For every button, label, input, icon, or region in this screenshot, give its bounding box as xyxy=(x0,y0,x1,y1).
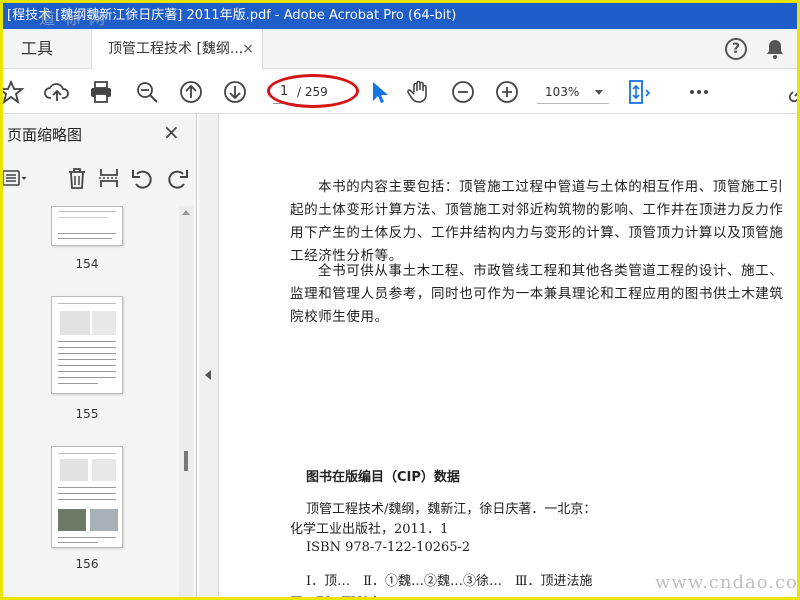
panel-splitter[interactable] xyxy=(199,114,219,597)
tab-bar: 工具 顶管工程技术 [魏纲... × ? xyxy=(3,29,797,69)
page-up-icon[interactable] xyxy=(177,78,205,106)
app-window: [程技术 [魏纲魏新江徐日庆著] 2011年版.pdf - Adobe Acro… xyxy=(0,0,800,600)
cip-line: Ⅰ．顶… Ⅱ．①魏…②魏…③徐… Ⅲ．顶进法施 xyxy=(306,574,593,589)
panel-close-icon[interactable]: × xyxy=(163,120,180,144)
title-bar: [程技术 [魏纲魏新江徐日庆著] 2011年版.pdf - Adobe Acro… xyxy=(3,3,797,29)
insert-page-icon[interactable] xyxy=(95,164,123,192)
panel-toolbar xyxy=(3,158,197,198)
trash-icon[interactable] xyxy=(63,164,91,192)
tab-tools[interactable]: 工具 xyxy=(3,29,93,69)
cloud-upload-icon[interactable] xyxy=(43,78,71,106)
collapse-panel-icon[interactable] xyxy=(205,370,211,380)
main-toolbar: 1 / 259 103% xyxy=(3,70,797,114)
chevron-down-icon xyxy=(595,90,603,95)
scroll-up-icon[interactable] xyxy=(182,210,190,215)
zoom-out-icon[interactable] xyxy=(449,78,477,106)
thumbnail-page-155[interactable] xyxy=(51,296,123,394)
zoom-in-icon[interactable] xyxy=(493,78,521,106)
options-menu-icon[interactable] xyxy=(3,164,27,192)
cip-line: ISBN 978-7-122-10265-2 xyxy=(306,540,471,555)
thumbnail-label: 155 xyxy=(75,407,99,421)
thumbnail-label: 154 xyxy=(75,257,99,271)
star-icon[interactable] xyxy=(3,78,25,106)
thumbnail-panel: 页面缩略图 × 154 155 156 xyxy=(3,114,197,597)
more-options-icon[interactable] xyxy=(685,78,713,106)
thumbnail-page-154[interactable] xyxy=(51,206,123,246)
thumbnail-page-156[interactable] xyxy=(51,446,123,548)
help-icon[interactable]: ? xyxy=(725,38,747,60)
zoom-out-search-icon[interactable] xyxy=(133,78,161,106)
panel-title: 页面缩略图 xyxy=(7,126,83,144)
rotate-right-icon[interactable] xyxy=(163,164,191,192)
thumbnail-list: 154 155 156 xyxy=(3,206,197,597)
select-cursor-icon[interactable] xyxy=(365,78,393,106)
watermark-bottom: www.cndao.com xyxy=(655,572,800,593)
cip-line: 化学工业出版社，2011．1 xyxy=(290,522,449,537)
doc-paragraph-2: 全书可供从事土木工程、市政管线工程和其他各类管道工程的设计、施工、监理和管理人员… xyxy=(290,263,784,325)
link-icon[interactable] xyxy=(785,78,797,106)
tab-close-icon[interactable]: × xyxy=(242,29,254,69)
tab-document-label: 顶管工程技术 [魏纲... xyxy=(108,41,244,57)
zoom-value: 103% xyxy=(545,85,580,99)
thumbnail-label: 156 xyxy=(75,557,99,571)
tab-document[interactable]: 顶管工程技术 [魏纲... × xyxy=(91,29,263,69)
page-layout-icon[interactable] xyxy=(625,78,653,106)
print-icon[interactable] xyxy=(87,78,115,106)
cip-title: 图书在版编目（CIP）数据 xyxy=(306,470,460,485)
rotate-left-icon[interactable] xyxy=(129,164,157,192)
red-highlight-ellipse xyxy=(267,74,359,108)
cip-line: 顶管工程技术/魏纲，魏新江，徐日庆著．一北京： xyxy=(306,502,597,517)
cip-line: 工 Ⅳ．TU94 xyxy=(290,591,378,597)
scroll-thumb[interactable] xyxy=(184,451,188,471)
bell-icon[interactable] xyxy=(763,37,787,61)
doc-paragraph-1: 本书的内容主要包括：顶管施工过程中管道与土体的相互作用、顶管施工引起的土体变形计… xyxy=(290,179,784,264)
window-title: [程技术 [魏纲魏新江徐日庆著] 2011年版.pdf - Adobe Acro… xyxy=(7,8,457,23)
hand-tool-icon[interactable] xyxy=(405,78,433,106)
document-view[interactable]: 本书的内容主要包括：顶管施工过程中管道与土体的相互作用、顶管施工引起的土体变形计… xyxy=(220,114,797,597)
page-down-icon[interactable] xyxy=(221,78,249,106)
zoom-select[interactable]: 103% xyxy=(537,80,609,104)
thumbnail-scrollbar[interactable] xyxy=(179,206,193,597)
